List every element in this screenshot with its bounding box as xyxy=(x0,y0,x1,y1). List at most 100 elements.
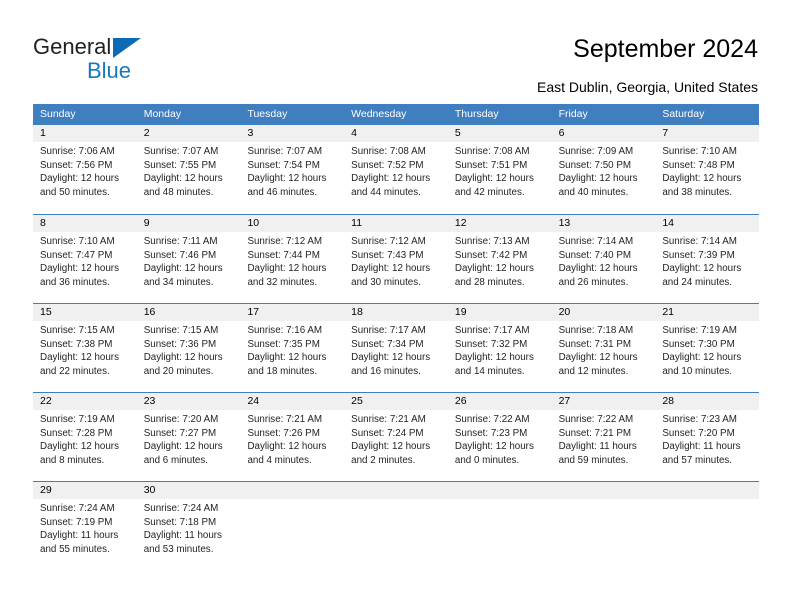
day-details: Sunrise: 7:19 AM Sunset: 7:28 PM Daylight:… xyxy=(33,410,137,467)
daylight-text-line2: and 6 minutes. xyxy=(143,454,208,466)
day-details: Sunrise: 7:08 AM Sunset: 7:51 PM Daylight:… xyxy=(448,142,552,199)
sunset-text: Sunset: 7:26 PM xyxy=(247,427,320,439)
day-details: Sunrise: 7:17 AM Sunset: 7:34 PM Daylight:… xyxy=(344,321,448,378)
day-cell[interactable]: 4 Sunrise: 7:08 AM Sunset: 7:52 PM Daylight… xyxy=(344,125,448,214)
day-cell[interactable]: 24 Sunrise: 7:21 AM Sunset: 7:26 PM Dayligh… xyxy=(240,393,345,481)
day-details: Sunrise: 7:07 AM Sunset: 7:55 PM Daylight:… xyxy=(137,142,241,199)
sunrise-text: Sunrise: 7:18 AM xyxy=(558,325,634,336)
day-cell[interactable]: 30 Sunrise: 7:24 AM Sunset: 7:18 PM Dayligh… xyxy=(136,482,241,570)
sunset-text: Sunset: 7:43 PM xyxy=(351,249,424,261)
daylight-text-line2: and 38 minutes. xyxy=(662,186,733,198)
day-cell-empty xyxy=(240,482,345,570)
daylight-text-line2: and 59 minutes. xyxy=(558,454,629,466)
sunset-text: Sunset: 7:38 PM xyxy=(40,338,113,350)
daylight-text-line2: and 24 minutes. xyxy=(662,276,733,288)
day-cell[interactable]: 16 Sunrise: 7:15 AM Sunset: 7:36 PM Dayligh… xyxy=(136,304,241,392)
day-cell[interactable]: 9 Sunrise: 7:11 AM Sunset: 7:46 PM Daylight… xyxy=(136,215,241,303)
logo-text-general: General xyxy=(33,34,112,59)
daylight-text-line2: and 4 minutes. xyxy=(247,454,312,466)
daylight-text-line1: Daylight: 12 hours xyxy=(558,263,638,275)
sunrise-text: Sunrise: 7:22 AM xyxy=(454,414,530,425)
sunrise-text: Sunrise: 7:11 AM xyxy=(143,236,218,247)
daylight-text-line1: Daylight: 12 hours xyxy=(247,352,327,364)
day-cell[interactable]: 19 Sunrise: 7:17 AM Sunset: 7:32 PM Dayligh… xyxy=(447,304,552,392)
daylight-text-line1: Daylight: 12 hours xyxy=(662,263,742,275)
weekday-header-sunday: Sunday xyxy=(40,108,76,120)
day-cell[interactable]: 28 Sunrise: 7:23 AM Sunset: 7:20 PM Dayligh… xyxy=(655,393,760,481)
day-details: Sunrise: 7:10 AM Sunset: 7:47 PM Daylight:… xyxy=(33,232,137,289)
daylight-text-line1: Daylight: 12 hours xyxy=(247,173,327,185)
triangle-icon xyxy=(113,38,141,58)
sunset-text: Sunset: 7:52 PM xyxy=(351,159,424,171)
sunrise-text: Sunrise: 7:21 AM xyxy=(247,414,323,425)
day-cell[interactable]: 20 Sunrise: 7:18 AM Sunset: 7:31 PM Dayligh… xyxy=(551,304,656,392)
day-details: Sunrise: 7:21 AM Sunset: 7:24 PM Daylight:… xyxy=(344,410,448,467)
day-cell[interactable]: 2 Sunrise: 7:07 AM Sunset: 7:55 PM Daylight… xyxy=(136,125,241,214)
day-number: 2 xyxy=(136,125,241,142)
day-details xyxy=(344,499,448,502)
sunrise-text: Sunrise: 7:14 AM xyxy=(662,236,737,247)
daylight-text-line2: and 2 minutes. xyxy=(351,454,416,466)
day-details: Sunrise: 7:12 AM Sunset: 7:44 PM Daylight:… xyxy=(240,232,344,289)
day-cell[interactable]: 11 Sunrise: 7:12 AM Sunset: 7:43 PM Dayligh… xyxy=(344,215,448,303)
day-cell[interactable]: 29 Sunrise: 7:24 AM Sunset: 7:19 PM Dayligh… xyxy=(33,482,137,570)
day-cell[interactable]: 13 Sunrise: 7:14 AM Sunset: 7:40 PM Dayligh… xyxy=(551,215,656,303)
daylight-text-line2: and 46 minutes. xyxy=(247,186,318,198)
day-number: 14 xyxy=(655,215,760,232)
day-cell[interactable]: 25 Sunrise: 7:21 AM Sunset: 7:24 PM Dayligh… xyxy=(344,393,448,481)
sunset-text: Sunset: 7:47 PM xyxy=(40,249,113,261)
day-cell[interactable]: 23 Sunrise: 7:20 AM Sunset: 7:27 PM Dayligh… xyxy=(136,393,241,481)
day-details: Sunrise: 7:23 AM Sunset: 7:20 PM Daylight:… xyxy=(655,410,759,467)
day-number: 15 xyxy=(33,304,137,321)
day-details: Sunrise: 7:11 AM Sunset: 7:46 PM Daylight:… xyxy=(137,232,241,289)
sunset-text: Sunset: 7:40 PM xyxy=(558,249,632,261)
day-cell[interactable]: 8 Sunrise: 7:10 AM Sunset: 7:47 PM Daylight… xyxy=(33,215,137,303)
sunset-text: Sunset: 7:28 PM xyxy=(40,427,113,439)
sunrise-text: Sunrise: 7:06 AM xyxy=(40,146,115,157)
sunset-text: Sunset: 7:27 PM xyxy=(143,427,217,439)
sunset-text: Sunset: 7:54 PM xyxy=(247,159,320,171)
sunset-text: Sunset: 7:24 PM xyxy=(351,427,424,439)
day-cell-empty xyxy=(344,482,448,570)
day-number: 20 xyxy=(551,304,656,321)
day-details: Sunrise: 7:16 AM Sunset: 7:35 PM Daylight:… xyxy=(240,321,344,378)
sunset-text: Sunset: 7:44 PM xyxy=(247,249,320,261)
daylight-text-line1: Daylight: 12 hours xyxy=(351,441,431,453)
sunset-text: Sunset: 7:36 PM xyxy=(143,338,217,350)
day-cell[interactable]: 18 Sunrise: 7:17 AM Sunset: 7:34 PM Dayligh… xyxy=(344,304,448,392)
daylight-text-line1: Daylight: 12 hours xyxy=(40,441,119,453)
day-cell[interactable]: 22 Sunrise: 7:19 AM Sunset: 7:28 PM Dayligh… xyxy=(33,393,137,481)
day-cell[interactable]: 27 Sunrise: 7:22 AM Sunset: 7:21 PM Dayligh… xyxy=(551,393,656,481)
sunset-text: Sunset: 7:46 PM xyxy=(143,249,217,261)
day-details: Sunrise: 7:14 AM Sunset: 7:40 PM Daylight:… xyxy=(552,232,656,289)
daylight-text-line2: and 14 minutes. xyxy=(454,365,525,377)
day-cell[interactable]: 3 Sunrise: 7:07 AM Sunset: 7:54 PM Daylight… xyxy=(240,125,345,214)
sunrise-text: Sunrise: 7:24 AM xyxy=(143,503,219,514)
day-cell[interactable]: 1 Sunrise: 7:06 AM Sunset: 7:56 PM Daylight… xyxy=(33,125,137,214)
daylight-text-line1: Daylight: 12 hours xyxy=(454,352,534,364)
weekday-header-friday: Friday xyxy=(558,108,588,120)
day-cell[interactable]: 26 Sunrise: 7:22 AM Sunset: 7:23 PM Dayligh… xyxy=(447,393,552,481)
sunrise-text: Sunrise: 7:24 AM xyxy=(40,503,115,514)
day-details: Sunrise: 7:21 AM Sunset: 7:26 PM Daylight:… xyxy=(240,410,344,467)
day-cell[interactable]: 21 Sunrise: 7:19 AM Sunset: 7:30 PM Dayligh… xyxy=(655,304,760,392)
daylight-text-line2: and 30 minutes. xyxy=(351,276,421,288)
day-cell[interactable]: 5 Sunrise: 7:08 AM Sunset: 7:51 PM Daylight… xyxy=(447,125,552,214)
day-cell[interactable]: 6 Sunrise: 7:09 AM Sunset: 7:50 PM Daylight… xyxy=(551,125,656,214)
day-cell[interactable]: 17 Sunrise: 7:16 AM Sunset: 7:35 PM Dayligh… xyxy=(240,304,345,392)
week-row: 22 Sunrise: 7:19 AM Sunset: 7:28 PM Dayligh… xyxy=(33,392,760,481)
sunset-text: Sunset: 7:55 PM xyxy=(143,159,217,171)
day-cell[interactable]: 12 Sunrise: 7:13 AM Sunset: 7:42 PM Dayligh… xyxy=(447,215,552,303)
day-details: Sunrise: 7:15 AM Sunset: 7:36 PM Daylight:… xyxy=(137,321,241,378)
day-number: 1 xyxy=(33,125,137,142)
generalblue-logo: General Blue xyxy=(33,34,223,86)
day-cell[interactable]: 15 Sunrise: 7:15 AM Sunset: 7:38 PM Dayligh… xyxy=(33,304,137,392)
weekday-header-monday: Monday xyxy=(143,108,182,120)
day-cell[interactable]: 10 Sunrise: 7:12 AM Sunset: 7:44 PM Dayligh… xyxy=(240,215,345,303)
day-details xyxy=(240,499,344,502)
logo-text-blue: Blue xyxy=(87,58,132,83)
day-cell[interactable]: 14 Sunrise: 7:14 AM Sunset: 7:39 PM Dayligh… xyxy=(655,215,760,303)
weekday-header-saturday: Saturday xyxy=(662,108,705,120)
day-cell[interactable]: 7 Sunrise: 7:10 AM Sunset: 7:48 PM Daylight… xyxy=(655,125,760,214)
daylight-text-line2: and 26 minutes. xyxy=(558,276,629,288)
